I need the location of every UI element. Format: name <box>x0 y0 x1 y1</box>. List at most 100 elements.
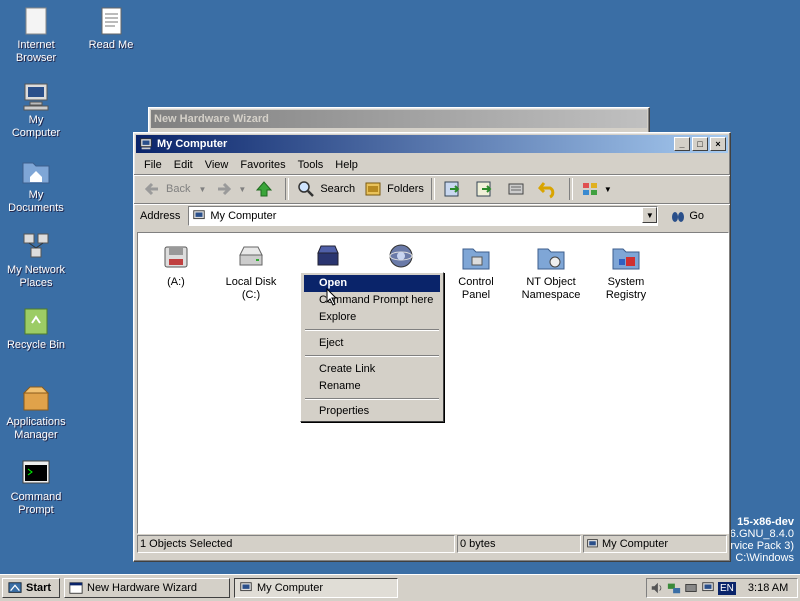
desktop-icon-read-me[interactable]: Read Me <box>75 5 147 52</box>
status-location-label: My Computer <box>602 538 669 550</box>
views-button[interactable]: ▼ <box>576 177 616 201</box>
copy-to-icon <box>476 181 492 197</box>
taskbar: Start New Hardware Wizard My Computer EN… <box>0 574 800 601</box>
desktop-icon-label: Places <box>19 277 53 289</box>
version-info: 15-x86-dev i6.GNU_8.4.0 rvice Pack 3) C:… <box>727 516 794 564</box>
back-button[interactable]: Back ▼ <box>138 177 210 201</box>
status-selected: 1 Objects Selected <box>137 535 455 553</box>
desktop-icon-label: Manager <box>14 429 58 441</box>
menu-edit[interactable]: Edit <box>168 159 199 171</box>
context-rename[interactable]: Rename <box>304 378 440 395</box>
terminal-icon <box>22 460 50 484</box>
menu-view[interactable]: View <box>199 159 235 171</box>
network-status-icon[interactable] <box>667 581 681 595</box>
menu-file[interactable]: File <box>138 159 168 171</box>
back-arrow-icon <box>144 182 158 196</box>
drive-d[interactable] <box>293 241 363 276</box>
item-label: Namespace <box>521 289 581 301</box>
desktop-icon-my-documents[interactable]: My Documents <box>0 155 72 215</box>
context-create-link[interactable]: Create Link <box>304 361 440 378</box>
chevron-down-icon[interactable]: ▼ <box>604 185 612 194</box>
minimize-button[interactable]: _ <box>674 137 690 151</box>
desktop-icon-label: Browser <box>15 52 57 64</box>
package-icon <box>22 386 50 411</box>
folders-icon <box>365 182 381 196</box>
display-icon[interactable] <box>701 581 715 595</box>
delete-icon <box>508 183 524 195</box>
item-label: (A:) <box>167 276 185 288</box>
nt-object-namespace[interactable]: NT Object Namespace <box>516 241 586 302</box>
wizard-title-bar[interactable]: New Hardware Wizard <box>151 110 647 128</box>
folders-label: Folders <box>387 183 424 195</box>
context-properties[interactable]: Properties <box>304 403 440 420</box>
system-registry[interactable]: System Registry <box>591 241 661 302</box>
toolbar: Back ▼ ▼ Search Folders ▼ <box>134 175 730 204</box>
search-icon <box>298 181 315 197</box>
item-label: Panel <box>461 289 491 301</box>
folders-button[interactable]: Folders <box>359 177 428 201</box>
start-button[interactable]: Start <box>2 578 60 598</box>
move-to-icon <box>444 181 460 197</box>
move-to-button[interactable] <box>438 177 470 201</box>
drive-c[interactable]: Local Disk (C:) <box>216 241 286 302</box>
context-command-prompt-here[interactable]: Command Prompt here <box>304 292 440 309</box>
clock[interactable]: 3:18 AM <box>748 582 788 594</box>
desktop-icon-label: Applications <box>6 416 66 428</box>
version-line: C:\Windows <box>735 552 794 564</box>
menu-tools[interactable]: Tools <box>292 159 330 171</box>
language-indicator[interactable]: EN <box>718 581 736 595</box>
chevron-down-icon[interactable]: ▼ <box>198 185 206 194</box>
menu-separator <box>305 398 439 400</box>
window-title-bar[interactable]: My Computer _ □ × <box>136 135 728 153</box>
go-button[interactable]: Go <box>666 204 708 228</box>
desktop-icon-recycle-bin[interactable]: Recycle Bin <box>0 305 72 352</box>
hard-disk-icon <box>239 246 263 266</box>
control-panel[interactable]: Control Panel <box>441 241 511 302</box>
copy-to-button[interactable] <box>470 177 502 201</box>
context-explore[interactable]: Explore <box>304 309 440 326</box>
undo-button[interactable] <box>534 177 566 201</box>
menu-separator <box>305 355 439 357</box>
go-icon <box>672 212 685 222</box>
item-label: (C:) <box>241 289 261 301</box>
desktop-icon-label: Command <box>10 491 62 503</box>
drive-a[interactable]: (A:) <box>141 241 211 289</box>
desktop-icon-label: My <box>28 189 44 201</box>
maximize-button[interactable]: □ <box>692 137 708 151</box>
menu-favorites[interactable]: Favorites <box>234 159 291 171</box>
context-open[interactable]: Open <box>304 275 440 292</box>
desktop-icon-label: Prompt <box>18 504 54 516</box>
search-label: Search <box>320 183 356 195</box>
safely-remove-icon[interactable] <box>684 581 698 595</box>
computer-icon <box>23 83 49 111</box>
wizard-title: New Hardware Wizard <box>154 113 269 125</box>
volume-icon[interactable] <box>650 581 664 595</box>
desktop-icon-command-prompt[interactable]: Command Prompt <box>0 457 72 517</box>
address-field[interactable]: My Computer ▼ <box>188 206 659 226</box>
menu-help[interactable]: Help <box>329 159 364 171</box>
task-my-computer[interactable]: My Computer <box>234 578 398 598</box>
forward-button[interactable]: ▼ <box>210 177 250 201</box>
registry-icon <box>612 248 640 270</box>
item-label: NT Object <box>526 276 576 288</box>
version-line: i6.GNU_8.4.0 <box>727 528 794 540</box>
address-label: Address <box>140 210 181 222</box>
up-button[interactable] <box>250 177 282 201</box>
context-eject[interactable]: Eject <box>304 335 440 352</box>
desktop-icon-my-computer[interactable]: My Computer <box>0 80 72 140</box>
network-drive[interactable] <box>366 241 436 276</box>
control-panel-icon <box>462 248 490 270</box>
desktop-icon-label: Documents <box>8 202 64 214</box>
chevron-down-icon[interactable]: ▼ <box>238 185 246 194</box>
address-bar: Address My Computer ▼ Go <box>134 204 730 228</box>
close-button[interactable]: × <box>710 137 726 151</box>
task-new-hardware-wizard[interactable]: New Hardware Wizard <box>64 578 230 598</box>
delete-button[interactable] <box>502 177 534 201</box>
desktop-icon-my-network-places[interactable]: My Network Places <box>0 230 72 290</box>
address-dropdown-button[interactable]: ▼ <box>642 207 658 223</box>
search-button[interactable]: Search <box>292 177 359 201</box>
system-tray: EN 3:18 AM <box>646 578 798 598</box>
desktop-icon-internet-browser[interactable]: Internet Browser <box>0 5 72 65</box>
undo-icon <box>537 182 555 199</box>
desktop-icon-applications-manager[interactable]: Applications Manager <box>0 382 72 442</box>
